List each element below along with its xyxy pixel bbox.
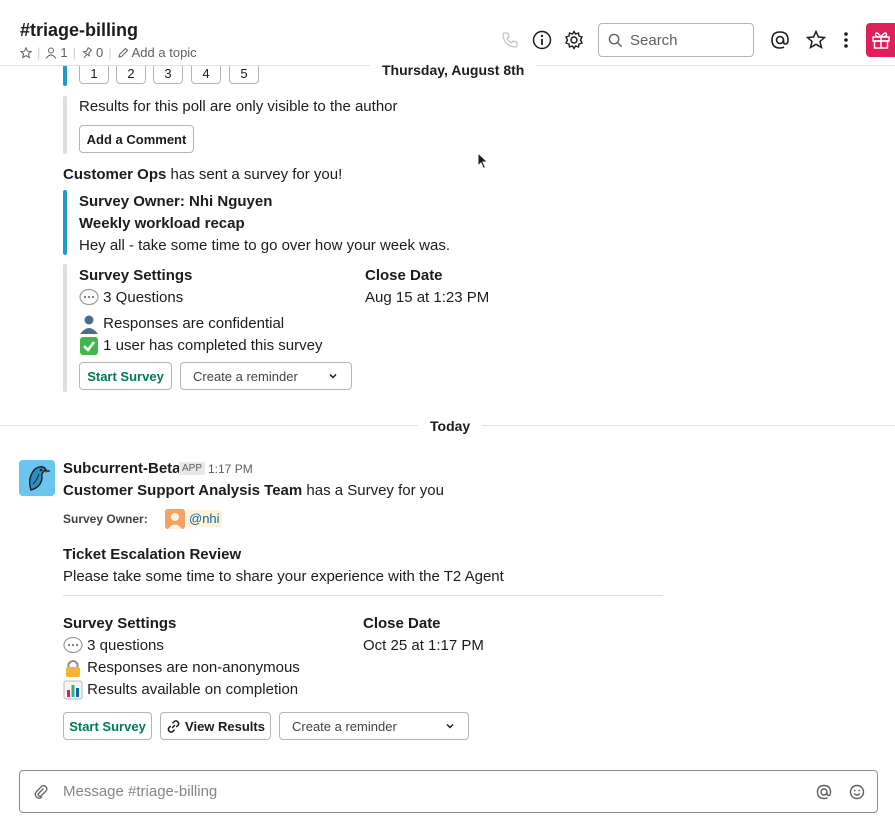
channel-name[interactable]: #triage-billing xyxy=(20,20,138,41)
phone-icon[interactable] xyxy=(499,29,521,51)
mentions-icon[interactable] xyxy=(769,29,791,51)
app-avatar[interactable] xyxy=(19,460,55,496)
chevron-down-icon xyxy=(446,723,454,729)
channel-header: #triage-billing | 1 | 0 | Add a topic Se… xyxy=(0,0,895,66)
channel-meta: | 1 | 0 | Add a topic xyxy=(20,45,197,60)
close-date-label: Close Date xyxy=(365,267,443,284)
close-date-label-today: Close Date xyxy=(363,615,441,632)
reminder-label-today: Create a reminder xyxy=(292,718,397,734)
view-results-label: View Results xyxy=(185,718,265,734)
at-mention-icon[interactable] xyxy=(816,784,832,800)
sender-name[interactable]: Customer Ops xyxy=(63,166,166,183)
star-icon[interactable] xyxy=(20,46,32,59)
lock-icon xyxy=(66,660,80,678)
close-date-value: Aug 15 at 1:23 PM xyxy=(365,289,490,306)
owner-label: Survey Owner: xyxy=(63,512,148,526)
owner-avatar xyxy=(165,509,185,529)
date-label-earlier[interactable]: Thursday, August 8th xyxy=(370,60,537,80)
user-silhouette-icon xyxy=(80,315,98,335)
gift-icon[interactable] xyxy=(866,23,895,57)
pins-count[interactable]: 0 xyxy=(81,45,103,60)
poll-notice-bar xyxy=(63,96,67,154)
confidential-text: Responses are confidential xyxy=(103,315,285,332)
team-name: Customer Support Analysis Team xyxy=(63,482,303,499)
bird-icon xyxy=(19,460,55,496)
app-badge: APP xyxy=(179,462,206,475)
reminder-label: Create a reminder xyxy=(193,368,298,384)
settings-title-today: Survey Settings xyxy=(63,615,177,632)
survey-description: Hey all - take some time to go over how … xyxy=(79,237,450,254)
completed-row: 1 user has completed this survey xyxy=(79,336,322,356)
star-icon[interactable] xyxy=(805,29,827,51)
anonymity-text: Responses are non-anonymous xyxy=(87,659,300,676)
members-count-text: 1 xyxy=(60,45,68,60)
survey-settings-bar xyxy=(63,264,67,392)
mouse-cursor-icon xyxy=(477,152,489,170)
owner-mention[interactable]: @nhi xyxy=(187,510,222,527)
survey-sender-line: Customer Ops has sent a survey for you! xyxy=(63,165,342,185)
survey-accent-bar xyxy=(63,190,67,255)
view-results-button[interactable]: View Results xyxy=(160,712,271,740)
link-icon xyxy=(167,719,180,733)
add-topic-text: Add a topic xyxy=(131,45,197,60)
questions-text-today: 3 questions xyxy=(87,637,164,654)
create-reminder-select-today[interactable]: Create a reminder xyxy=(279,712,469,740)
survey-owner: Survey Owner: Nhi Nguyen xyxy=(79,193,273,210)
speech-bubble-icon xyxy=(79,288,99,306)
survey-title-today: Ticket Escalation Review xyxy=(63,546,242,563)
bar-chart-icon xyxy=(63,680,83,700)
survey-title: Weekly workload recap xyxy=(79,215,245,232)
questions-text: 3 Questions xyxy=(103,289,184,306)
composer-placeholder: Message #triage-billing xyxy=(63,783,218,800)
more-options-icon[interactable] xyxy=(835,29,857,51)
add-topic[interactable]: Add a topic xyxy=(117,45,197,60)
message-pane: 1 2 3 4 5 Results for this poll are only… xyxy=(0,0,895,831)
message-composer[interactable]: Message #triage-billing xyxy=(19,770,878,813)
settings-title: Survey Settings xyxy=(79,267,193,284)
person-icon xyxy=(45,47,57,59)
add-comment-button[interactable]: Add a Comment xyxy=(79,125,194,153)
create-reminder-select[interactable]: Create a reminder xyxy=(180,362,352,390)
questions-row: 3 Questions xyxy=(79,288,183,308)
questions-row-today: 3 questions xyxy=(63,636,164,656)
pencil-icon xyxy=(118,47,128,58)
anonymity-row: Responses are non-anonymous xyxy=(63,658,300,678)
confidential-row: Responses are confidential xyxy=(79,314,285,335)
close-date-value-today: Oct 25 at 1:17 PM xyxy=(363,637,484,654)
pin-icon xyxy=(82,46,93,58)
completed-text: 1 user has completed this survey xyxy=(103,337,323,354)
pins-count-text: 0 xyxy=(96,45,104,60)
poll-notice: Results for this poll are only visible t… xyxy=(79,98,398,115)
info-icon[interactable] xyxy=(531,29,553,51)
sender-suffix: has sent a survey for you! xyxy=(170,166,343,183)
gear-icon[interactable] xyxy=(563,29,585,51)
start-survey-button[interactable]: Start Survey xyxy=(79,362,172,390)
chevron-down-icon xyxy=(329,373,337,379)
results-row: Results available on completion xyxy=(63,680,298,700)
start-survey-button-today[interactable]: Start Survey xyxy=(63,712,152,740)
check-mark-icon xyxy=(80,337,98,356)
survey-desc-today: Please take some time to share your expe… xyxy=(63,568,504,585)
paperclip-icon[interactable] xyxy=(33,784,49,800)
section-divider xyxy=(63,595,663,596)
members-count[interactable]: 1 xyxy=(45,45,68,60)
message-time[interactable]: 1:17 PM xyxy=(208,462,253,476)
speech-bubble-icon xyxy=(63,636,83,654)
search-input[interactable]: Search xyxy=(598,23,754,57)
results-text: Results available on completion xyxy=(87,681,299,698)
team-line: Customer Support Analysis Team has a Sur… xyxy=(63,481,444,501)
team-suffix: has a Survey for you xyxy=(306,482,444,499)
search-placeholder: Search xyxy=(630,31,678,49)
today-label: Today xyxy=(418,416,483,436)
emoji-icon[interactable] xyxy=(849,784,865,800)
app-name[interactable]: Subcurrent-Beta xyxy=(63,459,181,479)
search-icon xyxy=(608,33,623,47)
